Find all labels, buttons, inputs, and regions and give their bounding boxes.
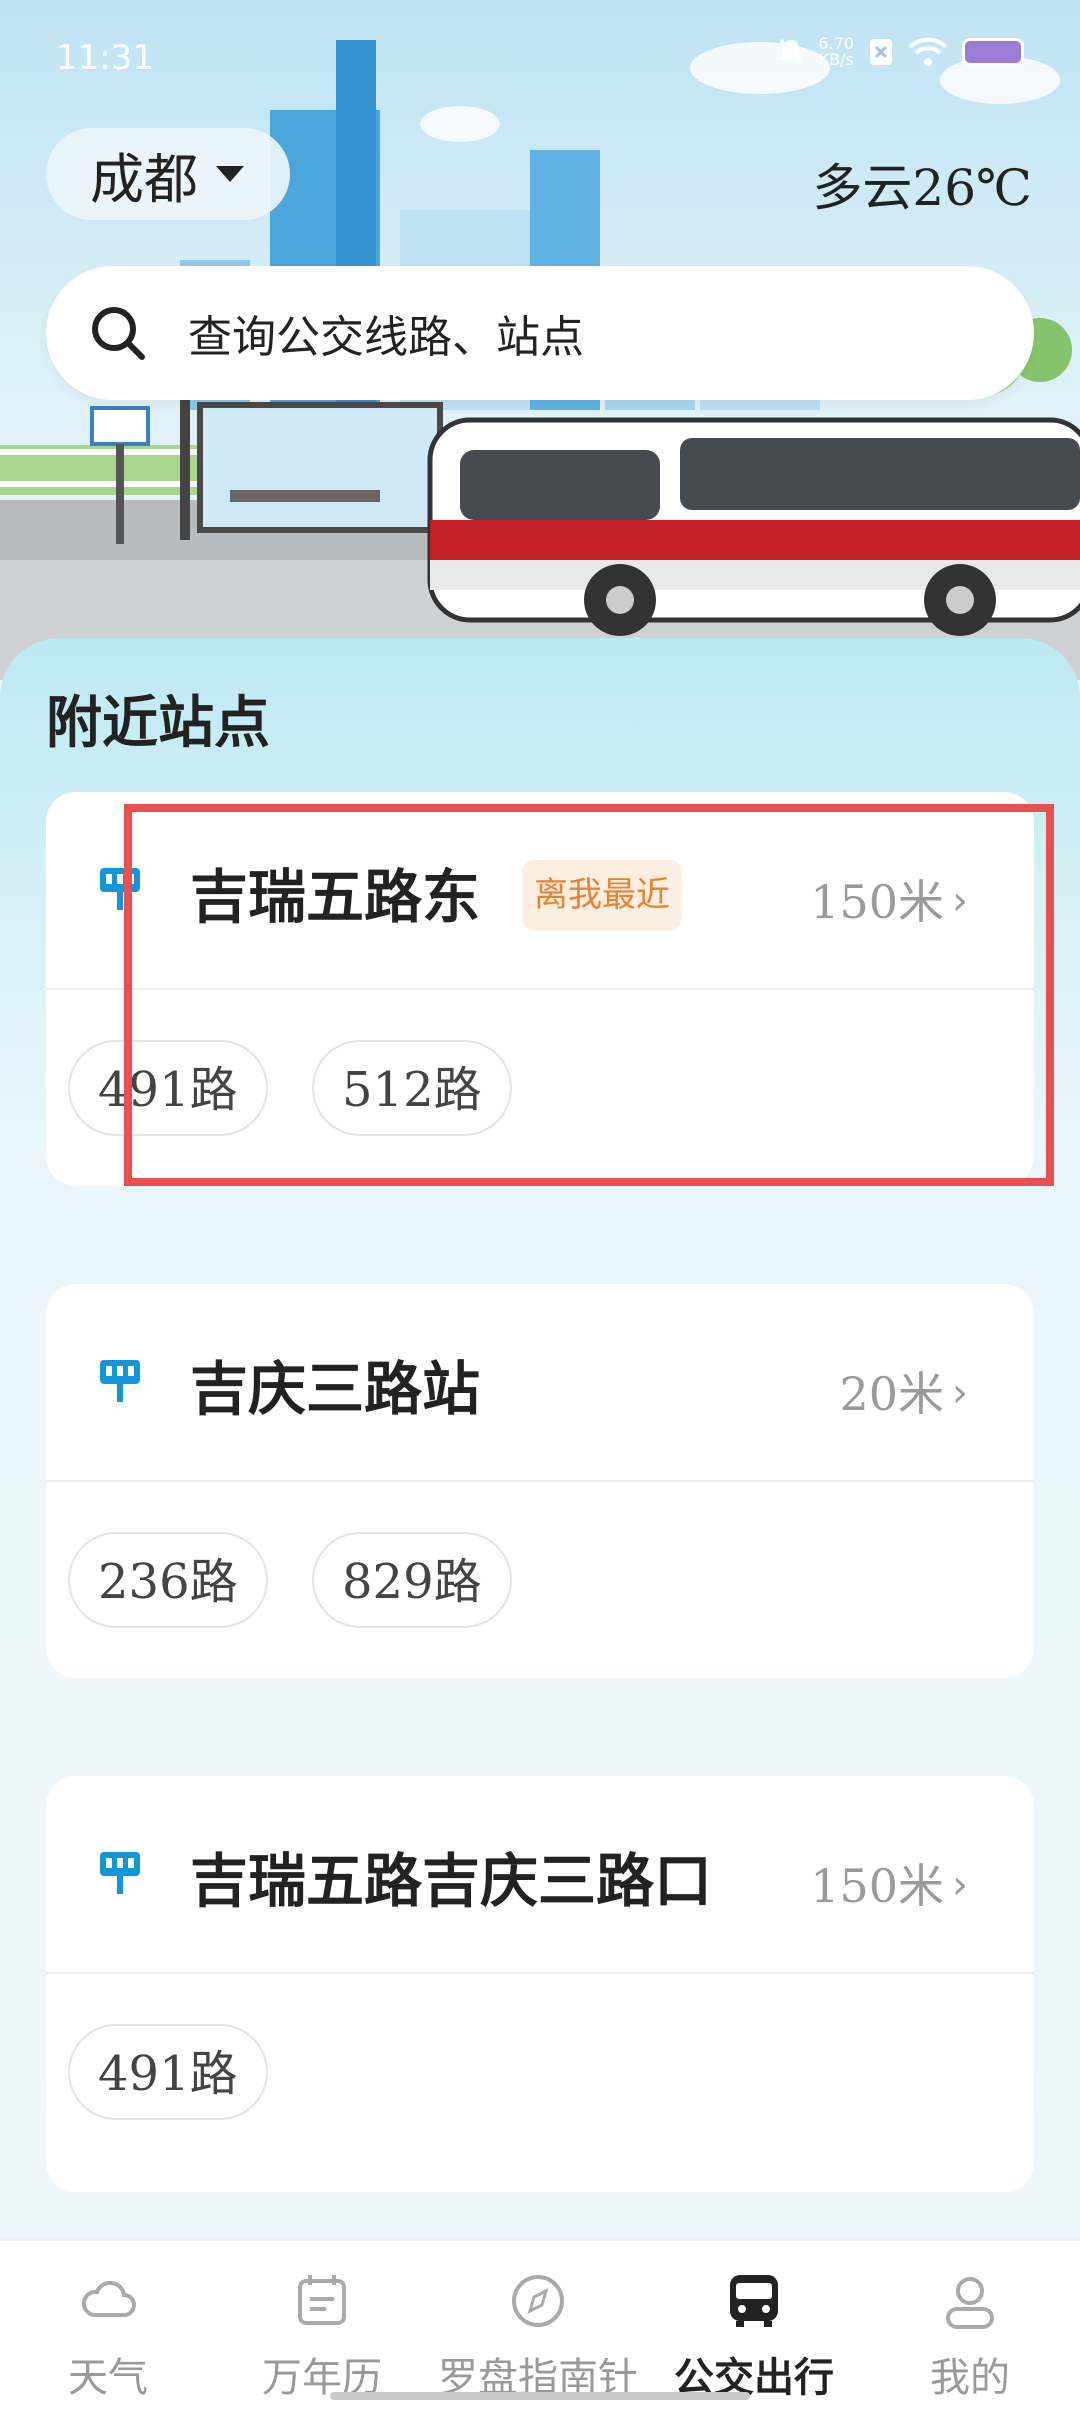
- route-chip[interactable]: 491路: [68, 2024, 268, 2120]
- city-selector[interactable]: 成都: [46, 128, 290, 220]
- search-bar[interactable]: 查询公交线路、站点: [46, 266, 1034, 400]
- station-name: 吉庆三路站: [190, 1355, 481, 1423]
- route-list: 236路 829路: [46, 1482, 1034, 1678]
- tab-weather[interactable]: 天气: [8, 2271, 208, 2403]
- tab-compass[interactable]: 罗盘指南针: [438, 2271, 638, 2403]
- calendar-icon: [298, 2275, 346, 2325]
- status-bar: 11:31 6.70 KB/s: [0, 0, 1080, 120]
- highlight-box: [124, 804, 1054, 1186]
- weather-summary[interactable]: 多云26℃: [812, 148, 1032, 220]
- section-title: 附近站点: [46, 690, 270, 756]
- station-card[interactable]: 吉庆三路站 20米 › 236路 829路: [46, 1284, 1034, 1678]
- battery-icon: [962, 38, 1024, 66]
- bus-stop-icon: [100, 1360, 140, 1402]
- chevron-right-icon: ›: [952, 1862, 968, 1908]
- route-chip[interactable]: 236路: [68, 1532, 268, 1628]
- bus-icon: [730, 2275, 778, 2327]
- bottom-tab-bar: 天气 万年历 罗盘指南针 公交出行 我的: [0, 2240, 1080, 2409]
- station-name: 吉瑞五路吉庆三路口: [190, 1847, 713, 1915]
- sim-off-icon: [870, 39, 892, 65]
- status-time: 11:31: [56, 38, 154, 78]
- network-speed: 6.70 KB/s: [818, 36, 854, 68]
- station-card[interactable]: 吉瑞五路吉庆三路口 150米 › 491路: [46, 1776, 1034, 2192]
- user-icon: [946, 2277, 994, 2329]
- route-list: 491路: [46, 1974, 1034, 2170]
- search-placeholder: 查询公交线路、站点: [188, 312, 584, 363]
- bus-stop-icon: [100, 1852, 140, 1894]
- compass-icon: [512, 2275, 564, 2327]
- tab-label: 我的: [930, 2355, 1010, 2401]
- tab-label: 天气: [68, 2355, 148, 2401]
- station-header[interactable]: 吉庆三路站 20米 ›: [46, 1284, 1034, 1482]
- search-icon: [92, 307, 145, 360]
- station-distance: 150米: [810, 1859, 944, 1913]
- route-chip[interactable]: 829路: [312, 1532, 512, 1628]
- station-header[interactable]: 吉瑞五路吉庆三路口 150米 ›: [46, 1776, 1034, 1974]
- status-icons: 6.70 KB/s: [778, 36, 1024, 68]
- tab-profile[interactable]: 我的: [870, 2271, 1070, 2403]
- home-indicator[interactable]: [330, 2392, 750, 2400]
- station-distance: 20米: [839, 1367, 944, 1421]
- wifi-icon: [908, 37, 948, 66]
- tab-calendar[interactable]: 万年历: [222, 2271, 422, 2403]
- tab-bus[interactable]: 公交出行: [654, 2271, 854, 2403]
- city-name: 成都: [90, 147, 198, 211]
- network-speed-unit: KB/s: [818, 50, 854, 69]
- chevron-right-icon: ›: [952, 1370, 968, 1416]
- cloud-icon: [81, 2280, 136, 2317]
- mute-icon: [780, 39, 803, 65]
- caret-down-icon: [216, 166, 244, 182]
